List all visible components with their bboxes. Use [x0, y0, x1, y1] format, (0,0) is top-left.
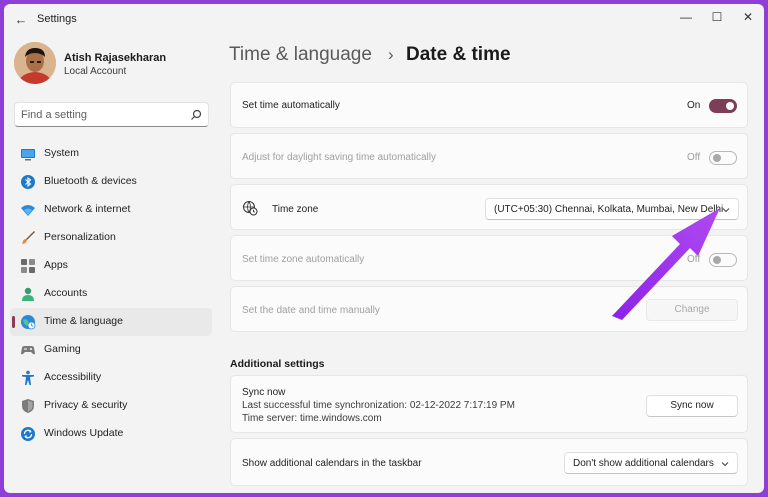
toggle-knob: [713, 154, 721, 162]
set-time-automatically-label: Set time automatically: [242, 100, 340, 111]
sidebar-item-label: Privacy & security: [44, 399, 128, 411]
sidebar-item-label: Gaming: [44, 343, 81, 355]
gamepad-icon: [21, 346, 35, 355]
person-icon: [22, 287, 34, 301]
sync-now-button[interactable]: Sync now: [646, 395, 738, 417]
sidebar-item-label: Windows Update: [44, 427, 124, 439]
close-button[interactable]: ✕: [735, 7, 761, 27]
avatar-photo-icon: [14, 42, 56, 84]
toggle-knob: [726, 102, 734, 110]
sync-now-card: Sync now Last successful time synchroniz…: [230, 375, 748, 433]
sidebar-item-bluetooth[interactable]: Bluetooth & devices: [10, 168, 212, 196]
search-icon[interactable]: [190, 109, 202, 121]
sidebar-item-label: Apps: [44, 259, 68, 271]
sidebar-item-accounts[interactable]: Accounts: [10, 280, 212, 308]
sidebar-nav: System Bluetooth & devices Network & int…: [10, 140, 212, 448]
back-button[interactable]: ←: [10, 10, 32, 30]
sidebar-item-privacy[interactable]: Privacy & security: [10, 392, 212, 420]
additional-settings-heading: Additional settings: [230, 358, 325, 370]
sidebar-item-label: Bluetooth & devices: [44, 175, 137, 187]
search-input[interactable]: [21, 107, 181, 123]
chevron-down-icon: [721, 462, 729, 467]
last-sync-text: Last successful time synchronization: 02…: [242, 400, 515, 411]
brush-icon: [22, 231, 35, 244]
time-zone-label: Time zone: [272, 204, 319, 215]
page-title: Date & time: [406, 44, 511, 65]
maximize-button[interactable]: ☐: [704, 7, 730, 27]
globe-clock-icon: [21, 315, 36, 330]
bluetooth-icon: [21, 175, 35, 189]
change-button[interactable]: Change: [646, 299, 738, 321]
breadcrumb-separator: ›: [388, 45, 394, 64]
sidebar-item-accessibility[interactable]: Accessibility: [10, 364, 212, 392]
time-zone-dropdown[interactable]: (UTC+05:30) Chennai, Kolkata, Mumbai, Ne…: [485, 198, 739, 220]
time-zone-automatically-label: Set time zone automatically: [242, 254, 365, 265]
chevron-down-icon: [722, 208, 730, 213]
time-zone-value: (UTC+05:30) Chennai, Kolkata, Mumbai, Ne…: [494, 204, 724, 215]
sidebar-item-label: Personalization: [44, 231, 116, 243]
active-indicator: [12, 316, 15, 328]
time-zone-automatically-state: Off: [687, 254, 701, 265]
daylight-saving-state: Off: [687, 152, 701, 163]
toggle-knob: [713, 256, 721, 264]
sync-now-label: Sync now: [242, 387, 286, 398]
sidebar-item-time-language[interactable]: Time & language: [10, 308, 212, 336]
sidebar-item-windows-update[interactable]: Windows Update: [10, 420, 212, 448]
additional-calendars-dropdown[interactable]: Don't show additional calendars: [564, 452, 738, 474]
sidebar-item-label: Network & internet: [44, 203, 131, 215]
globe-clock-icon: [243, 201, 258, 216]
additional-calendars-card: Show additional calendars in the taskbar…: [230, 438, 748, 486]
breadcrumb-parent[interactable]: Time & language: [229, 44, 372, 66]
apps-icon: [21, 259, 35, 273]
additional-calendars-label: Show additional calendars in the taskbar: [242, 458, 422, 469]
minimize-button[interactable]: —: [673, 7, 699, 27]
update-icon: [21, 427, 35, 441]
sidebar-item-label: System: [44, 147, 80, 159]
sidebar-item-label: Accessibility: [44, 371, 102, 383]
time-zone-automatically-toggle[interactable]: [709, 253, 737, 267]
user-name: Atish Rajasekharan: [64, 52, 167, 64]
daylight-saving-toggle[interactable]: [709, 151, 737, 165]
sidebar-item-label: Accounts: [44, 287, 88, 299]
system-icon: [21, 149, 35, 161]
sidebar-item-gaming[interactable]: Gaming: [10, 336, 212, 364]
daylight-saving-card: Adjust for daylight saving time automati…: [230, 133, 748, 179]
set-time-automatically-card: Set time automatically On: [230, 82, 748, 128]
set-date-time-manually-card: Set the date and time manually Change: [230, 286, 748, 332]
wifi-icon: [21, 205, 35, 216]
set-time-automatically-toggle[interactable]: [709, 99, 737, 113]
shield-icon: [22, 399, 34, 413]
time-server-text: Time server: time.windows.com: [242, 413, 382, 424]
sidebar-item-label: Time & language: [44, 315, 123, 327]
title-bar: ← Settings — ☐ ✕: [4, 4, 764, 36]
avatar[interactable]: [14, 42, 56, 84]
set-time-automatically-state: On: [687, 100, 701, 111]
time-zone-card: Time zone (UTC+05:30) Chennai, Kolkata, …: [230, 184, 748, 230]
sidebar-item-system[interactable]: System: [10, 140, 212, 168]
settings-window: ← Settings — ☐ ✕ Atish Rajasekharan Loca…: [4, 4, 764, 493]
time-zone-automatically-card: Set time zone automatically Off: [230, 235, 748, 281]
set-date-time-manually-label: Set the date and time manually: [242, 305, 380, 316]
daylight-saving-label: Adjust for daylight saving time automati…: [242, 152, 436, 163]
account-type: Local Account: [64, 66, 127, 77]
search-box[interactable]: [14, 102, 209, 127]
sidebar-item-apps[interactable]: Apps: [10, 252, 212, 280]
additional-calendars-value: Don't show additional calendars: [573, 458, 714, 469]
sidebar-item-personalization[interactable]: Personalization: [10, 224, 212, 252]
accessibility-icon: [22, 370, 34, 385]
app-title: Settings: [37, 13, 77, 25]
sidebar-item-network[interactable]: Network & internet: [10, 196, 212, 224]
